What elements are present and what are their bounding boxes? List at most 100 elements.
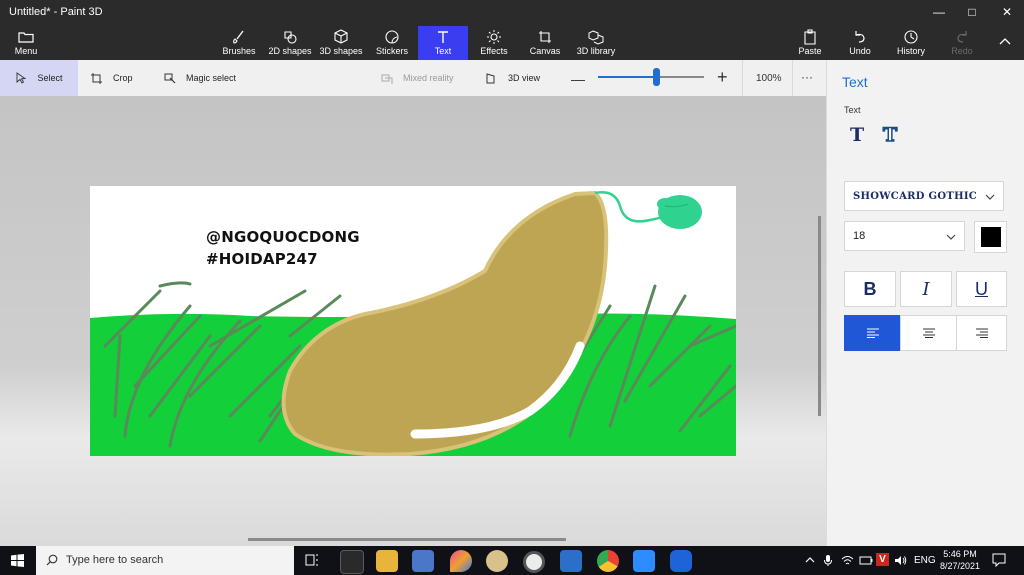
- photos-icon[interactable]: [560, 550, 582, 572]
- sticker-icon: [385, 30, 399, 44]
- crop-button[interactable]: Crop: [90, 60, 133, 96]
- toolbar-divider: [742, 60, 743, 96]
- shapes-2d-icon: [284, 31, 297, 44]
- zalo-icon[interactable]: [670, 550, 692, 572]
- zoom-out-button[interactable]: —: [571, 71, 585, 87]
- tool-canvas[interactable]: Canvas: [521, 26, 569, 60]
- close-button[interactable]: ✕: [990, 0, 1024, 24]
- palette-icon[interactable]: [486, 550, 508, 572]
- notification-icon[interactable]: [992, 553, 1006, 567]
- font-family-select[interactable]: Showcard Gothic: [844, 181, 1004, 211]
- text-color-button[interactable]: [974, 221, 1007, 253]
- chrome-icon[interactable]: [597, 550, 619, 572]
- magic-select-button[interactable]: Magic select: [163, 60, 236, 96]
- windows-start-icon[interactable]: [11, 554, 24, 567]
- align-left-icon: [867, 328, 879, 338]
- antivirus-icon[interactable]: V: [876, 553, 889, 566]
- tool-effects[interactable]: Effects: [470, 26, 518, 60]
- file-explorer-icon[interactable]: [376, 550, 398, 572]
- 3d-view-button[interactable]: 3D view: [485, 60, 540, 96]
- search-placeholder: Type here to search: [66, 554, 164, 566]
- tool-brushes[interactable]: Brushes: [215, 26, 263, 60]
- taskbar-app-terminal-icon[interactable]: [340, 550, 364, 574]
- library-icon: [588, 30, 604, 45]
- crop-label: Crop: [113, 73, 133, 83]
- history-icon: [904, 30, 918, 44]
- tool-stickers[interactable]: Stickers: [368, 26, 416, 60]
- tool-label: Stickers: [375, 46, 408, 56]
- redo-button[interactable]: Redo: [938, 26, 986, 60]
- chevron-down-icon: [985, 194, 995, 200]
- undo-button[interactable]: Undo: [836, 26, 884, 60]
- tool-label: 3D library: [576, 46, 616, 56]
- undo-icon: [855, 31, 865, 43]
- clock-date: 8/27/2021: [939, 561, 981, 571]
- 2d-text-button[interactable]: T: [850, 124, 870, 146]
- align-right-icon: [975, 328, 988, 338]
- tool-2d-shapes[interactable]: 2D shapes: [266, 26, 314, 60]
- zoom-percent[interactable]: 100%: [756, 73, 782, 84]
- zoom-slider-thumb[interactable]: [653, 68, 661, 86]
- maximize-button[interactable]: □: [955, 0, 989, 24]
- paint-drop-icon[interactable]: [450, 550, 472, 572]
- cursor-icon: [17, 72, 27, 84]
- tool-3d-shapes[interactable]: 3D shapes: [317, 26, 365, 60]
- clock[interactable]: 5:46 PM 8/27/2021: [938, 548, 982, 572]
- font-size-value: 18: [853, 230, 866, 242]
- vertical-scrollbar[interactable]: [818, 216, 821, 416]
- 3d-text-button[interactable]: T: [882, 123, 903, 147]
- clipboard-icon: [804, 29, 816, 45]
- history-button[interactable]: History: [887, 26, 935, 60]
- tool-label: 3D shapes: [319, 46, 363, 56]
- zoom-app-icon[interactable]: [633, 550, 655, 572]
- align-center-icon: [923, 328, 935, 338]
- paste-label: Paste: [798, 46, 822, 56]
- volume-icon[interactable]: [894, 555, 907, 566]
- font-family-value: Showcard Gothic: [853, 190, 978, 202]
- tool-text[interactable]: Text: [418, 26, 468, 60]
- horizontal-scrollbar[interactable]: [248, 538, 566, 541]
- paste-button[interactable]: Paste: [786, 26, 834, 60]
- tool-3d-library[interactable]: 3D library: [572, 26, 620, 60]
- task-view-icon[interactable]: [305, 553, 319, 567]
- drawing-canvas[interactable]: @NGOQUOCDONG #HOIDAP247: [90, 186, 736, 456]
- store-icon[interactable]: [412, 550, 434, 572]
- bold-button[interactable]: B: [844, 271, 896, 307]
- zoom-in-button[interactable]: +: [717, 67, 728, 88]
- select-button[interactable]: Select: [0, 60, 78, 96]
- search-icon: [46, 554, 58, 566]
- microphone-icon[interactable]: [823, 554, 833, 567]
- folder-icon: [18, 32, 34, 43]
- canvas-text[interactable]: @NGOQUOCDONG #HOIDAP247: [206, 226, 360, 270]
- toolbar-divider: [792, 60, 793, 96]
- font-size-select[interactable]: 18: [844, 221, 965, 251]
- mixed-reality-label: Mixed reality: [403, 73, 454, 83]
- align-center-button[interactable]: [900, 315, 958, 351]
- canvas-icon: [539, 31, 551, 43]
- media-player-icon[interactable]: [523, 551, 545, 573]
- 3d-view-icon: [486, 72, 495, 83]
- mixed-reality-button[interactable]: Mixed reality: [380, 60, 454, 96]
- sun-icon: [487, 30, 501, 44]
- canvas-text-line-2: #HOIDAP247: [206, 250, 318, 268]
- crop-icon: [91, 72, 102, 84]
- minimize-button[interactable]: —: [922, 0, 956, 24]
- taskbar-search-box[interactable]: Type here to search: [36, 546, 294, 575]
- chevron-up-icon[interactable]: [805, 556, 815, 564]
- window-title: Untitled* - Paint 3D: [9, 6, 103, 18]
- collapse-ribbon-icon[interactable]: [998, 36, 1012, 46]
- text-color-swatch: [980, 227, 1001, 247]
- redo-icon: [957, 31, 967, 43]
- italic-button[interactable]: I: [900, 271, 952, 307]
- underline-button[interactable]: U: [956, 271, 1007, 307]
- language-indicator[interactable]: ENG: [914, 555, 936, 566]
- panel-title: Text: [842, 74, 868, 90]
- menu-button[interactable]: Menu: [2, 26, 50, 60]
- wifi-icon[interactable]: [841, 555, 854, 566]
- mixed-reality-icon: [381, 74, 393, 84]
- zoom-slider-track[interactable]: [598, 68, 704, 86]
- align-right-button[interactable]: [956, 315, 1007, 351]
- align-left-button[interactable]: [844, 315, 902, 351]
- battery-icon[interactable]: [859, 555, 873, 566]
- more-button[interactable]: ···: [801, 70, 813, 84]
